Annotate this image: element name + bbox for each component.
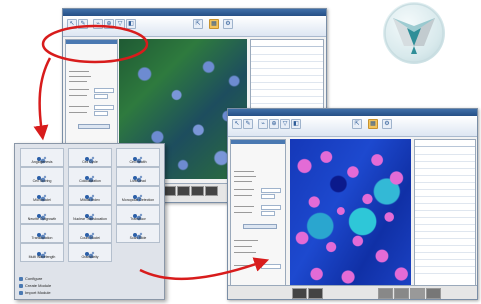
annotation-overlay: [33, 24, 270, 281]
highlight-ellipse: [41, 24, 149, 64]
callout-arrow-down: [33, 57, 52, 141]
callout-arrow-right: [139, 257, 270, 281]
